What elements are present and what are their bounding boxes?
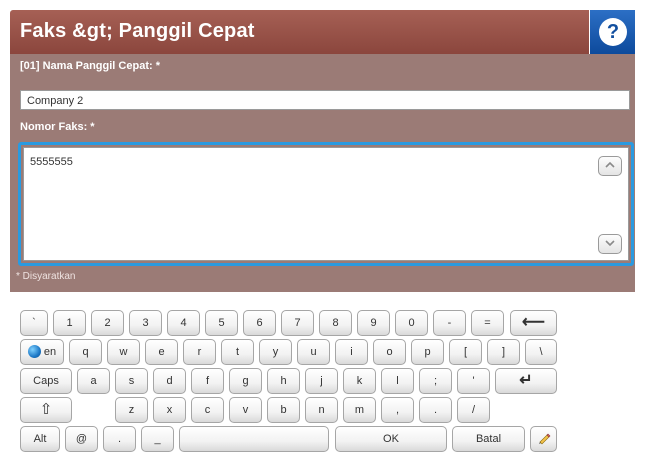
key-backslash[interactable]: \ — [525, 339, 557, 365]
key-f[interactable]: f — [191, 368, 224, 394]
key-i[interactable]: i — [335, 339, 368, 365]
shift-key[interactable]: ⇧ — [20, 397, 72, 423]
shift-icon: ⇧ — [39, 401, 53, 418]
language-key[interactable]: en — [20, 339, 64, 365]
key-4[interactable]: 4 — [167, 310, 200, 336]
fax-speed-dial-screen: Faks &gt; Panggil Cepat ? [01] Nama Pang… — [0, 0, 645, 473]
key-comma[interactable]: , — [381, 397, 414, 423]
edit-button[interactable] — [530, 426, 557, 452]
help-button[interactable]: ? — [589, 10, 635, 54]
key-9[interactable]: 9 — [357, 310, 390, 336]
key-minus[interactable]: - — [433, 310, 466, 336]
key-n[interactable]: n — [305, 397, 338, 423]
key-close-bracket[interactable]: ] — [487, 339, 520, 365]
fax-number-value: 5555555 — [30, 156, 73, 168]
key-t[interactable]: t — [221, 339, 254, 365]
title-bar: Faks &gt; Panggil Cepat ? — [10, 10, 635, 54]
key-dot[interactable]: . — [103, 426, 136, 452]
speed-dial-name-field[interactable]: Company 2 — [20, 90, 630, 110]
speed-dial-name-label: [01] Nama Panggil Cepat: * — [20, 60, 160, 72]
key-1[interactable]: 1 — [53, 310, 86, 336]
key-w[interactable]: w — [107, 339, 140, 365]
key-x[interactable]: x — [153, 397, 186, 423]
key-equals[interactable]: = — [471, 310, 504, 336]
space-key[interactable] — [179, 426, 329, 452]
key-apostrophe[interactable]: ' — [457, 368, 490, 394]
form-area: [01] Nama Panggil Cepat: * Company 2 Nom… — [10, 54, 635, 292]
key-u[interactable]: u — [297, 339, 330, 365]
key-v[interactable]: v — [229, 397, 262, 423]
chevron-up-icon — [605, 161, 615, 168]
key-r[interactable]: r — [183, 339, 216, 365]
globe-icon — [27, 345, 41, 358]
key-backtick[interactable]: ` — [20, 310, 48, 336]
key-e[interactable]: e — [145, 339, 178, 365]
caps-lock-key[interactable]: Caps — [20, 368, 72, 394]
alt-key[interactable]: Alt — [20, 426, 60, 452]
key-o[interactable]: o — [373, 339, 406, 365]
key-j[interactable]: j — [305, 368, 338, 394]
cancel-button[interactable]: Batal — [452, 426, 525, 452]
key-m[interactable]: m — [343, 397, 376, 423]
enter-icon: ↵ — [519, 372, 533, 389]
key-slash[interactable]: / — [457, 397, 490, 423]
fax-number-label: Nomor Faks: * — [20, 121, 95, 133]
key-z[interactable]: z — [115, 397, 148, 423]
key-underscore[interactable]: _ — [141, 426, 174, 452]
key-y[interactable]: y — [259, 339, 292, 365]
key-2[interactable]: 2 — [91, 310, 124, 336]
key-s[interactable]: s — [115, 368, 148, 394]
key-3[interactable]: 3 — [129, 310, 162, 336]
key-d[interactable]: d — [153, 368, 186, 394]
key-semicolon[interactable]: ; — [419, 368, 452, 394]
key-at[interactable]: @ — [65, 426, 98, 452]
key-5[interactable]: 5 — [205, 310, 238, 336]
key-6[interactable]: 6 — [243, 310, 276, 336]
ok-button[interactable]: OK — [335, 426, 447, 452]
key-open-bracket[interactable]: [ — [449, 339, 482, 365]
key-p[interactable]: p — [411, 339, 444, 365]
fax-number-field[interactable]: 5555555 — [23, 147, 629, 261]
page-title: Faks &gt; Panggil Cepat — [20, 20, 255, 42]
key-k[interactable]: k — [343, 368, 376, 394]
fax-number-focus-ring: 5555555 — [18, 142, 634, 266]
key-b[interactable]: b — [267, 397, 300, 423]
backspace-key[interactable]: ⟵ — [510, 310, 557, 336]
key-a[interactable]: a — [77, 368, 110, 394]
key-c[interactable]: c — [191, 397, 224, 423]
key-8[interactable]: 8 — [319, 310, 352, 336]
key-0[interactable]: 0 — [395, 310, 428, 336]
required-note: * Disyaratkan — [16, 271, 76, 282]
key-g[interactable]: g — [229, 368, 262, 394]
key-l[interactable]: l — [381, 368, 414, 394]
speed-dial-name-value: Company 2 — [27, 95, 84, 107]
backspace-icon: ⟵ — [522, 314, 545, 331]
language-label: en — [43, 346, 57, 358]
key-7[interactable]: 7 — [281, 310, 314, 336]
key-period[interactable]: . — [419, 397, 452, 423]
scroll-up-button[interactable] — [598, 156, 622, 176]
on-screen-keyboard: ` 1 2 3 4 5 6 7 8 9 0 - = ⟵ en q w e r t… — [10, 298, 635, 466]
scroll-down-button[interactable] — [598, 234, 622, 254]
pencil-icon — [538, 433, 550, 445]
enter-key[interactable]: ↵ — [495, 368, 557, 394]
help-icon: ? — [599, 18, 627, 46]
key-q[interactable]: q — [69, 339, 102, 365]
chevron-down-icon — [605, 240, 615, 247]
key-h[interactable]: h — [267, 368, 300, 394]
